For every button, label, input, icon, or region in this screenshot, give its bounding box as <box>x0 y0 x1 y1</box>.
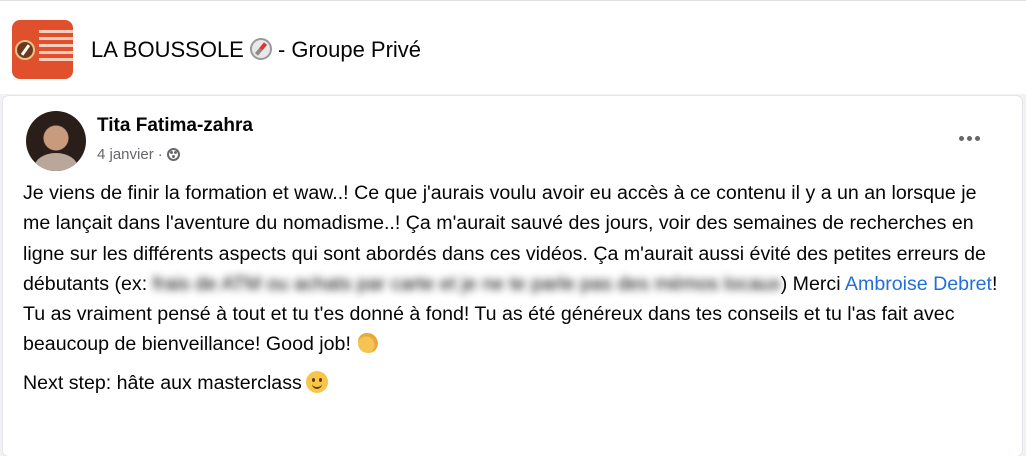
compass-emoji-icon <box>249 38 272 60</box>
group-header: LA BOUSSOLE - Groupe Privé <box>0 0 1026 94</box>
post-paragraph-1: Je viens de finir la formation et waw..!… <box>23 182 998 356</box>
blurred-text: frais de ATM ou achats par carte et je n… <box>147 272 781 295</box>
smiling-face-emoji-icon <box>305 370 328 393</box>
clapping-hands-emoji-icon <box>358 333 379 354</box>
meta-separator: · <box>157 146 163 163</box>
group-logo[interactable] <box>12 20 73 79</box>
more-options-button[interactable] <box>951 126 987 150</box>
group-title-suffix: - Groupe Privé <box>277 37 422 62</box>
post-meta: 4 janvier · <box>97 146 180 163</box>
logo-text-lines <box>39 30 73 65</box>
group-members-icon[interactable] <box>166 148 180 161</box>
mention-link[interactable]: Ambroise Debret <box>845 273 992 295</box>
author-avatar[interactable] <box>26 111 86 171</box>
author-name[interactable]: Tita Fatima-zahra <box>97 115 253 137</box>
compass-logo-icon <box>15 40 35 60</box>
post-body: Je viens de finir la formation et waw..!… <box>23 178 998 398</box>
group-title[interactable]: LA BOUSSOLE - Groupe Privé <box>91 37 421 63</box>
post-card: Tita Fatima-zahra 4 janvier · Je viens de… <box>3 96 1022 456</box>
post-paragraph-2: Next step: hâte aux masterclass <box>23 368 998 398</box>
post-date[interactable]: 4 janvier <box>97 146 154 163</box>
more-options-icon <box>958 135 964 141</box>
group-name: LA BOUSSOLE <box>91 37 244 62</box>
